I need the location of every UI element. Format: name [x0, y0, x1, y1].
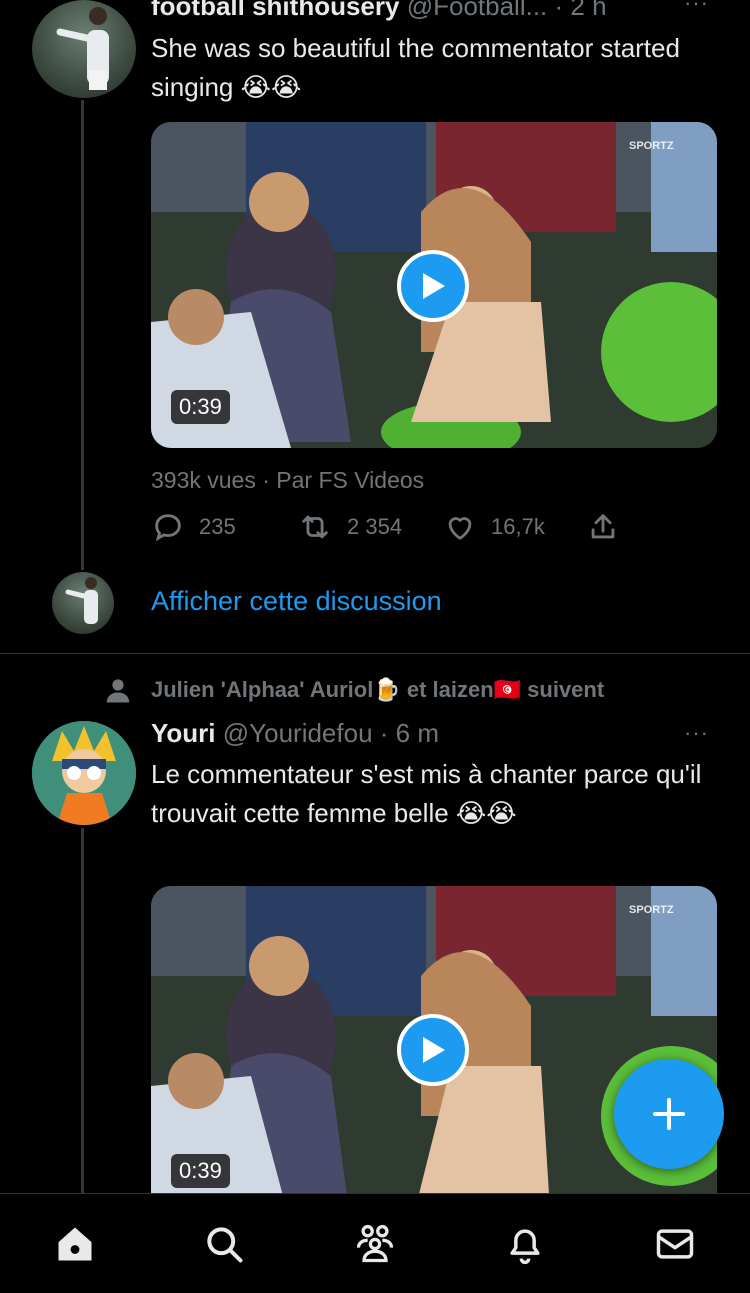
- heart-icon: [448, 517, 472, 540]
- social-context-text[interactable]: Julien 'Alphaa' Auriol🍺 et laizen🇹🇳 suiv…: [151, 677, 604, 703]
- retweet-button[interactable]: 2 354: [297, 510, 402, 544]
- communities-icon[interactable]: [353, 1222, 397, 1266]
- video-duration: 0:39: [171, 390, 230, 424]
- tweet-header: Youri @Youridefou · 6 m: [151, 718, 691, 758]
- plus-icon: [653, 1098, 685, 1130]
- search-icon[interactable]: [202, 1222, 246, 1266]
- tweet-text: She was so beautiful the commentator sta…: [151, 33, 680, 102]
- channel-watermark: SPORTZ: [629, 140, 674, 152]
- person-icon: [106, 679, 130, 703]
- display-name[interactable]: football shithousery: [151, 0, 399, 21]
- social-context: Julien 'Alphaa' Auriol🍺 et laizen🇹🇳 suiv…: [103, 675, 733, 705]
- timestamp[interactable]: · 2 h: [555, 0, 607, 21]
- handle[interactable]: @Youridefou: [223, 718, 373, 748]
- handle[interactable]: @Football...: [407, 0, 548, 21]
- home-icon[interactable]: [53, 1222, 97, 1266]
- thread-line: [81, 100, 84, 570]
- play-icon: [423, 273, 445, 299]
- messages-icon[interactable]: [653, 1222, 697, 1266]
- avatar-image: [65, 577, 98, 624]
- avatar-image: [32, 721, 136, 825]
- display-name[interactable]: Youri: [151, 718, 216, 748]
- video-player[interactable]: SPORTZ 0:39: [151, 886, 717, 1226]
- avatar[interactable]: [32, 0, 136, 98]
- retweet-icon: [302, 515, 328, 539]
- share-icon: [591, 514, 615, 539]
- more-icon[interactable]: ···: [684, 0, 709, 16]
- show-thread-link[interactable]: Afficher cette discussion: [151, 586, 442, 617]
- avatar[interactable]: [32, 721, 136, 825]
- retweet-count: 2 354: [347, 514, 403, 539]
- avatar-small[interactable]: [52, 572, 114, 634]
- play-button[interactable]: [397, 250, 469, 322]
- like-count: 16,7k: [491, 514, 545, 539]
- timestamp[interactable]: · 6 m: [380, 718, 439, 748]
- avatar-image: [56, 7, 109, 90]
- view-count: 393k vues · Par FS Videos: [151, 467, 425, 493]
- play-icon: [423, 1037, 445, 1063]
- reply-icon: [155, 514, 181, 542]
- like-button[interactable]: 16,7k: [443, 510, 545, 544]
- notifications-icon[interactable]: [503, 1222, 547, 1266]
- video-duration: 0:39: [171, 1154, 230, 1188]
- video-player[interactable]: SPORTZ 0:39: [151, 122, 717, 448]
- play-button[interactable]: [397, 1014, 469, 1086]
- reply-count: 235: [199, 514, 236, 539]
- divider: [0, 653, 750, 654]
- tweet-text: Le commentateur s'est mis à chanter parc…: [151, 759, 702, 828]
- reply-button[interactable]: 235: [151, 510, 236, 544]
- thread-line: [81, 828, 84, 1193]
- compose-button[interactable]: [614, 1059, 724, 1169]
- share-button[interactable]: [586, 510, 620, 544]
- channel-watermark: SPORTZ: [629, 904, 674, 916]
- tweet-header: football shithousery @Football... · 2 h: [151, 0, 731, 31]
- more-icon[interactable]: ···: [684, 720, 709, 746]
- bottom-nav: [0, 1193, 750, 1293]
